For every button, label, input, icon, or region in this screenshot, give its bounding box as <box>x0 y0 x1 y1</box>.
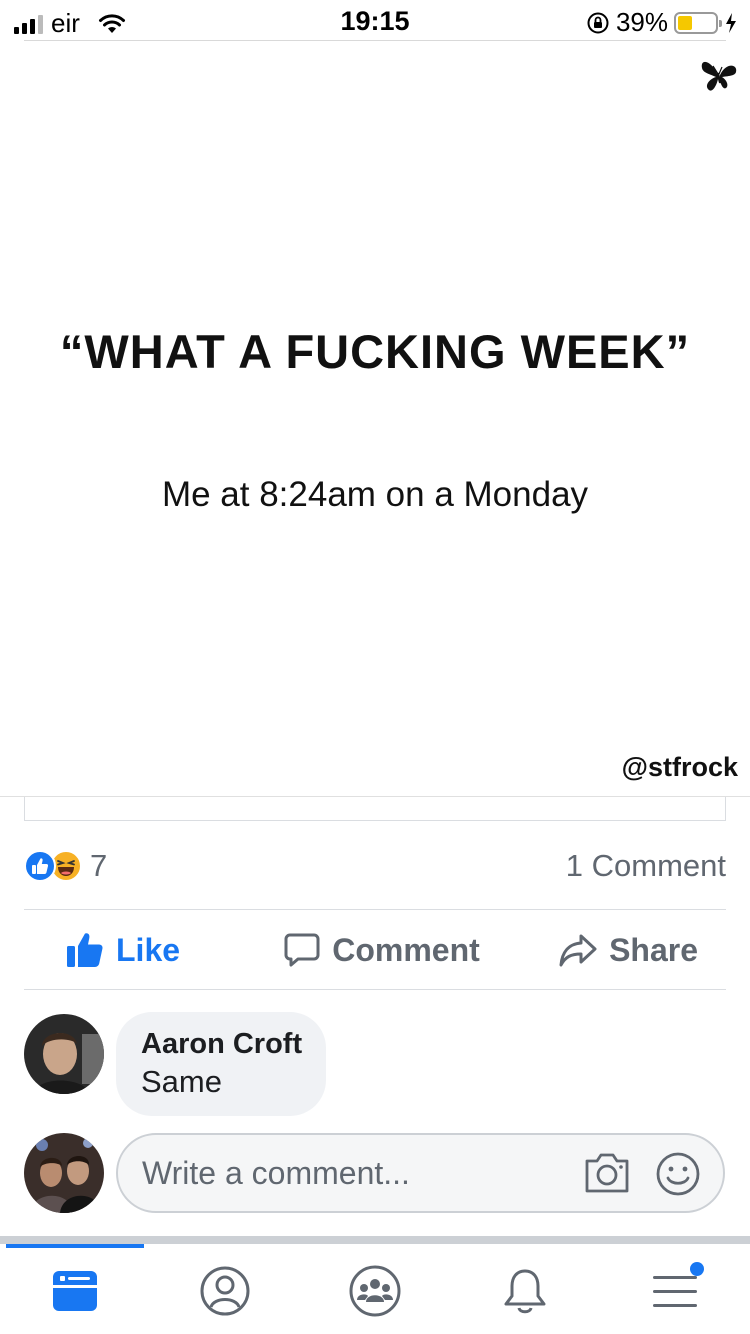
tab-groups[interactable] <box>300 1248 450 1334</box>
emoji-icon[interactable] <box>655 1151 701 1197</box>
status-bar: eir 19:15 39% <box>0 0 750 42</box>
comment-label: Comment <box>332 931 480 968</box>
like-reaction-icon <box>24 850 56 882</box>
reaction-icons <box>24 850 82 882</box>
tab-notifications[interactable] <box>450 1248 600 1334</box>
attachment-frame <box>24 797 726 821</box>
like-label: Like <box>116 931 181 968</box>
comment-input-placeholder: Write a comment... <box>142 1155 410 1191</box>
comment-text: Same <box>141 1064 222 1099</box>
battery-percent: 39% <box>615 7 668 37</box>
share-button[interactable]: Share <box>487 932 726 969</box>
post-image[interactable]: “WHAT A FUCKING WEEK” Me at 8:24am on a … <box>0 42 750 797</box>
meme-caption: Me at 8:24am on a Monday <box>161 475 589 514</box>
status-right: 39% <box>586 7 738 38</box>
news-feed-icon <box>53 1271 97 1311</box>
orientation-lock-icon <box>587 12 609 33</box>
status-divider <box>24 40 726 41</box>
charging-bolt-icon <box>726 12 736 33</box>
groups-icon <box>349 1265 401 1317</box>
tab-news-feed[interactable] <box>0 1248 150 1334</box>
comment-author[interactable]: Aaron Croft <box>141 1026 302 1062</box>
notifications-icon <box>504 1269 546 1314</box>
avatar[interactable] <box>24 1133 104 1213</box>
avatar[interactable] <box>24 1014 104 1094</box>
menu-notification-dot <box>690 1262 704 1276</box>
tab-bar-separator <box>0 1236 750 1244</box>
battery-icon <box>674 11 722 34</box>
tab-menu[interactable] <box>600 1248 750 1334</box>
comment-button[interactable]: Comment <box>277 932 488 969</box>
reaction-count: 7 <box>90 848 108 883</box>
camera-icon[interactable] <box>583 1151 631 1195</box>
comment-count-link[interactable]: 1 Comment <box>566 848 726 884</box>
actions-divider <box>24 989 726 990</box>
comment-input[interactable]: Write a comment... <box>116 1133 725 1213</box>
profile-icon <box>200 1266 250 1316</box>
reactions-summary[interactable]: 7 1 Comment <box>24 846 726 886</box>
tab-bar <box>0 1248 750 1334</box>
thumbs-up-icon <box>67 933 103 967</box>
share-arrow-icon <box>559 934 597 967</box>
like-button[interactable]: Like <box>24 932 277 969</box>
comment-bubble-icon <box>284 933 320 967</box>
meme-quote: “WHAT A FUCKING WEEK” <box>59 325 691 378</box>
tab-profile[interactable] <box>150 1248 300 1334</box>
meme-watermark: @stfrock <box>621 752 738 782</box>
comment-bubble[interactable]: Aaron Croft Same <box>116 1012 327 1116</box>
share-label: Share <box>609 931 699 968</box>
menu-icon <box>653 1276 697 1307</box>
post-actions: Like Comment Share <box>24 910 726 990</box>
battery-fill <box>678 15 693 30</box>
butterfly-icon <box>701 61 737 91</box>
